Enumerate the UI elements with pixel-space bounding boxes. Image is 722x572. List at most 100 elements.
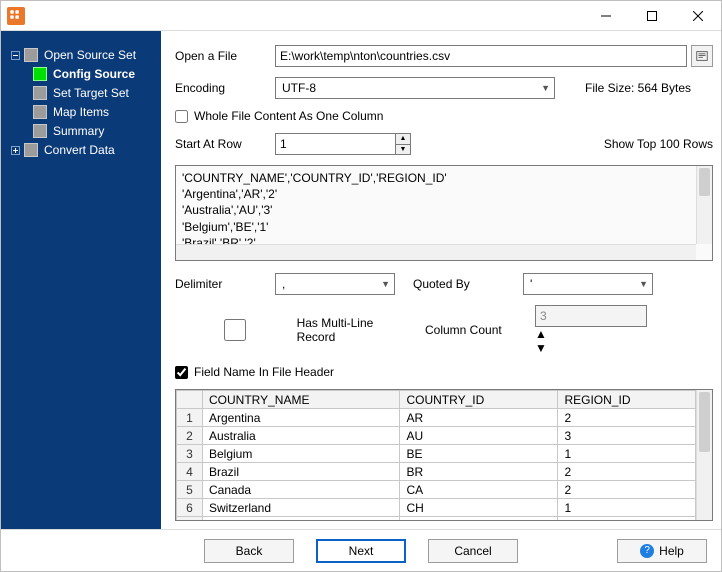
cancel-button[interactable]: Cancel [428, 539, 518, 563]
titlebar [1, 1, 721, 31]
spinner-down-icon: ▼ [535, 341, 647, 355]
file-size-label: File Size: 564 Bytes [585, 81, 691, 95]
start-row-spinner[interactable]: ▲ ▼ [275, 133, 411, 155]
table-row[interactable]: 6SwitzerlandCH1 [177, 499, 696, 517]
help-label: Help [659, 544, 684, 558]
open-file-input[interactable] [275, 45, 687, 67]
step-icon [24, 143, 38, 157]
table-cell: AU [400, 427, 558, 445]
data-table: COUNTRY_NAMECOUNTRY_IDREGION_ID 1Argenti… [176, 390, 696, 521]
field-header-checkbox[interactable] [175, 366, 188, 379]
spinner-down-icon[interactable]: ▼ [396, 145, 410, 155]
table-cell: 1 [558, 445, 696, 463]
table-cell: 2 [558, 463, 696, 481]
preview-h-scrollbar[interactable] [176, 244, 696, 260]
step-icon [33, 86, 47, 100]
column-count-spinner: ▲ ▼ [535, 305, 647, 355]
table-row[interactable]: 5CanadaCA2 [177, 481, 696, 499]
spinner-up-icon: ▲ [535, 327, 647, 341]
sidebar-item-open-source-set[interactable]: Open Source Set [11, 48, 161, 62]
table-cell: Switzerland [203, 499, 400, 517]
open-file-label: Open a File [175, 49, 275, 63]
table-cell: CN [400, 517, 558, 522]
table-cell: Brazil [203, 463, 400, 481]
sidebar-item-summary[interactable]: Summary [33, 124, 161, 138]
back-button[interactable]: Back [204, 539, 294, 563]
whole-file-label: Whole File Content As One Column [194, 109, 383, 123]
quoted-select[interactable]: ' ▼ [523, 273, 653, 295]
multiline-label: Has Multi-Line Record [297, 316, 407, 344]
tree-collapse-icon[interactable] [11, 51, 20, 60]
app-icon [7, 7, 25, 25]
maximize-button[interactable] [629, 1, 675, 31]
wizard-window: Open Source Set Config Source Set Target… [0, 0, 722, 572]
help-icon: ? [640, 544, 654, 558]
main-panel: Open a File Encoding UTF-8 ▼ File Size: … [161, 31, 721, 529]
delimiter-label: Delimiter [175, 277, 275, 291]
help-button[interactable]: ? Help [617, 539, 707, 563]
table-cell: 2 [558, 481, 696, 499]
show-top-label: Show Top 100 Rows [604, 137, 713, 151]
sidebar-item-convert-data[interactable]: Convert Data [11, 143, 161, 157]
table-header[interactable]: COUNTRY_ID [400, 391, 558, 409]
table-cell: 3 [558, 517, 696, 522]
table-row[interactable]: 2AustraliaAU3 [177, 427, 696, 445]
step-icon [33, 105, 47, 119]
sidebar-item-set-target-set[interactable]: Set Target Set [33, 86, 161, 100]
multiline-checkbox[interactable] [179, 319, 291, 341]
sidebar-item-map-items[interactable]: Map Items [33, 105, 161, 119]
table-row[interactable]: 1ArgentinaAR2 [177, 409, 696, 427]
quoted-value: ' [530, 277, 532, 291]
table-row[interactable]: 4BrazilBR2 [177, 463, 696, 481]
table-cell: 2 [558, 409, 696, 427]
file-preview[interactable]: 'COUNTRY_NAME','COUNTRY_ID','REGION_ID' … [175, 165, 713, 261]
minimize-button[interactable] [583, 1, 629, 31]
table-cell: Australia [203, 427, 400, 445]
sidebar-item-label: Open Source Set [44, 48, 136, 62]
start-row-input[interactable] [275, 133, 395, 155]
sidebar-item-config-source[interactable]: Config Source [33, 67, 161, 81]
delimiter-select[interactable]: , ▼ [275, 273, 395, 295]
chevron-down-icon: ▼ [639, 279, 648, 289]
sidebar: Open Source Set Config Source Set Target… [1, 31, 161, 529]
table-cell: BR [400, 463, 558, 481]
step-active-icon [33, 67, 47, 81]
sidebar-item-label: Set Target Set [53, 86, 129, 100]
start-row-label: Start At Row [175, 137, 275, 151]
table-cell: Belgium [203, 445, 400, 463]
column-count-input [535, 305, 647, 327]
table-row[interactable]: 3BelgiumBE1 [177, 445, 696, 463]
column-count-label: Column Count [425, 323, 535, 337]
spinner-up-icon[interactable]: ▲ [396, 134, 410, 145]
chevron-down-icon: ▼ [381, 279, 390, 289]
table-cell: China [203, 517, 400, 522]
table-cell: BE [400, 445, 558, 463]
table-cell: Argentina [203, 409, 400, 427]
sidebar-item-label: Summary [53, 124, 104, 138]
footer: Back Next Cancel ? Help [1, 529, 721, 571]
delimiter-value: , [282, 277, 285, 291]
encoding-select[interactable]: UTF-8 ▼ [275, 77, 555, 99]
tree-expand-icon[interactable] [11, 146, 20, 155]
field-header-label: Field Name In File Header [194, 365, 334, 379]
data-table-wrap[interactable]: COUNTRY_NAMECOUNTRY_IDREGION_ID 1Argenti… [175, 389, 713, 521]
quoted-label: Quoted By [413, 277, 523, 291]
table-header[interactable]: REGION_ID [558, 391, 696, 409]
table-row[interactable]: 7ChinaCN3 [177, 517, 696, 522]
table-v-scrollbar[interactable] [696, 390, 712, 520]
preview-text: 'COUNTRY_NAME','COUNTRY_ID','REGION_ID' … [182, 171, 447, 250]
step-icon [24, 48, 38, 62]
table-cell: CA [400, 481, 558, 499]
table-cell: 1 [558, 499, 696, 517]
next-button[interactable]: Next [316, 539, 406, 563]
browse-file-button[interactable] [691, 45, 713, 67]
sidebar-item-label: Map Items [53, 105, 109, 119]
close-button[interactable] [675, 1, 721, 31]
encoding-label: Encoding [175, 81, 275, 95]
table-cell: AR [400, 409, 558, 427]
table-cell: Canada [203, 481, 400, 499]
table-header[interactable]: COUNTRY_NAME [203, 391, 400, 409]
preview-v-scrollbar[interactable] [696, 166, 712, 244]
table-cell: CH [400, 499, 558, 517]
whole-file-checkbox[interactable] [175, 110, 188, 123]
